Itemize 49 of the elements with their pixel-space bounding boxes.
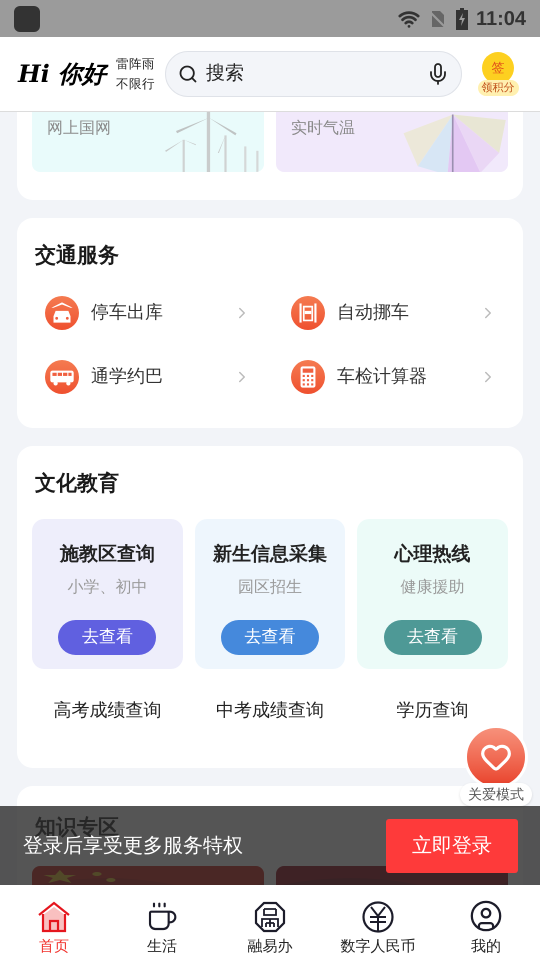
status-time: 11:04 xyxy=(476,6,526,32)
card-subtitle: 健康援助 xyxy=(400,578,465,598)
yuan-icon xyxy=(362,900,394,932)
checkin-label: 领积分 xyxy=(478,80,518,96)
checkin-button[interactable]: 签 领积分 xyxy=(472,52,524,96)
service-item[interactable]: 通学约巴 xyxy=(45,360,251,394)
battery-icon xyxy=(456,8,468,30)
user-icon xyxy=(469,898,503,932)
service-item[interactable]: 自动挪车 xyxy=(291,296,497,330)
section-title: 文化教育 xyxy=(35,470,120,496)
service-item[interactable]: 停车出库 xyxy=(45,296,251,330)
traffic-text: 不限行 xyxy=(116,76,156,93)
feature-card[interactable]: 新生信息采集 园区招生 去查看 xyxy=(194,519,346,669)
service-item[interactable]: 车检计算器 xyxy=(291,360,497,394)
login-button[interactable]: 立即登录 xyxy=(386,818,518,872)
nav-tab[interactable]: 首页 xyxy=(0,885,108,960)
feature-card[interactable]: 施教区查询 小学、初中 去查看 xyxy=(32,519,183,669)
feature-card[interactable]: 心理热线 健康援助 去查看 xyxy=(357,519,508,669)
card-subtitle: 园区招生 xyxy=(238,578,302,598)
nav-tab[interactable]: 融易办 xyxy=(216,885,324,960)
weather-text: 雷阵雨 xyxy=(116,56,156,73)
banner-title: 网上国网 xyxy=(47,118,112,139)
home-icon xyxy=(37,900,71,932)
care-mode-label: 关爱模式 xyxy=(460,783,532,806)
calculator-icon xyxy=(291,360,325,394)
view-button[interactable]: 去查看 xyxy=(220,620,319,654)
query-link[interactable]: 中考成绩查询 xyxy=(216,697,324,724)
nav-tab[interactable]: 数字人民币 xyxy=(324,885,432,960)
car-icon xyxy=(45,296,79,330)
bus-icon xyxy=(45,360,79,394)
app-icon xyxy=(14,6,40,32)
card-title: 施教区查询 xyxy=(60,543,155,567)
banner-title: 实时气温 xyxy=(291,118,356,139)
nav-tab[interactable]: 我的 xyxy=(432,885,540,960)
query-link[interactable]: 学历查询 xyxy=(396,697,469,724)
care-mode-button[interactable]: 关爱模式 xyxy=(456,725,536,806)
greeting-logo: Hi 你好 xyxy=(18,58,106,90)
search-icon xyxy=(178,64,198,84)
query-link[interactable]: 高考成绩查询 xyxy=(53,697,162,724)
parking-icon xyxy=(291,296,325,330)
octagon-icon xyxy=(254,900,286,932)
card-title: 新生信息采集 xyxy=(212,542,327,567)
cup-icon xyxy=(146,900,178,932)
nav-tab[interactable]: 生活 xyxy=(108,885,216,960)
search-field[interactable]: 搜索 xyxy=(165,51,462,97)
section-title: 交通服务 xyxy=(35,242,120,269)
card-subtitle: 小学、初中 xyxy=(67,578,148,598)
card-title: 心理热线 xyxy=(394,542,471,567)
view-button[interactable]: 去查看 xyxy=(58,620,156,654)
